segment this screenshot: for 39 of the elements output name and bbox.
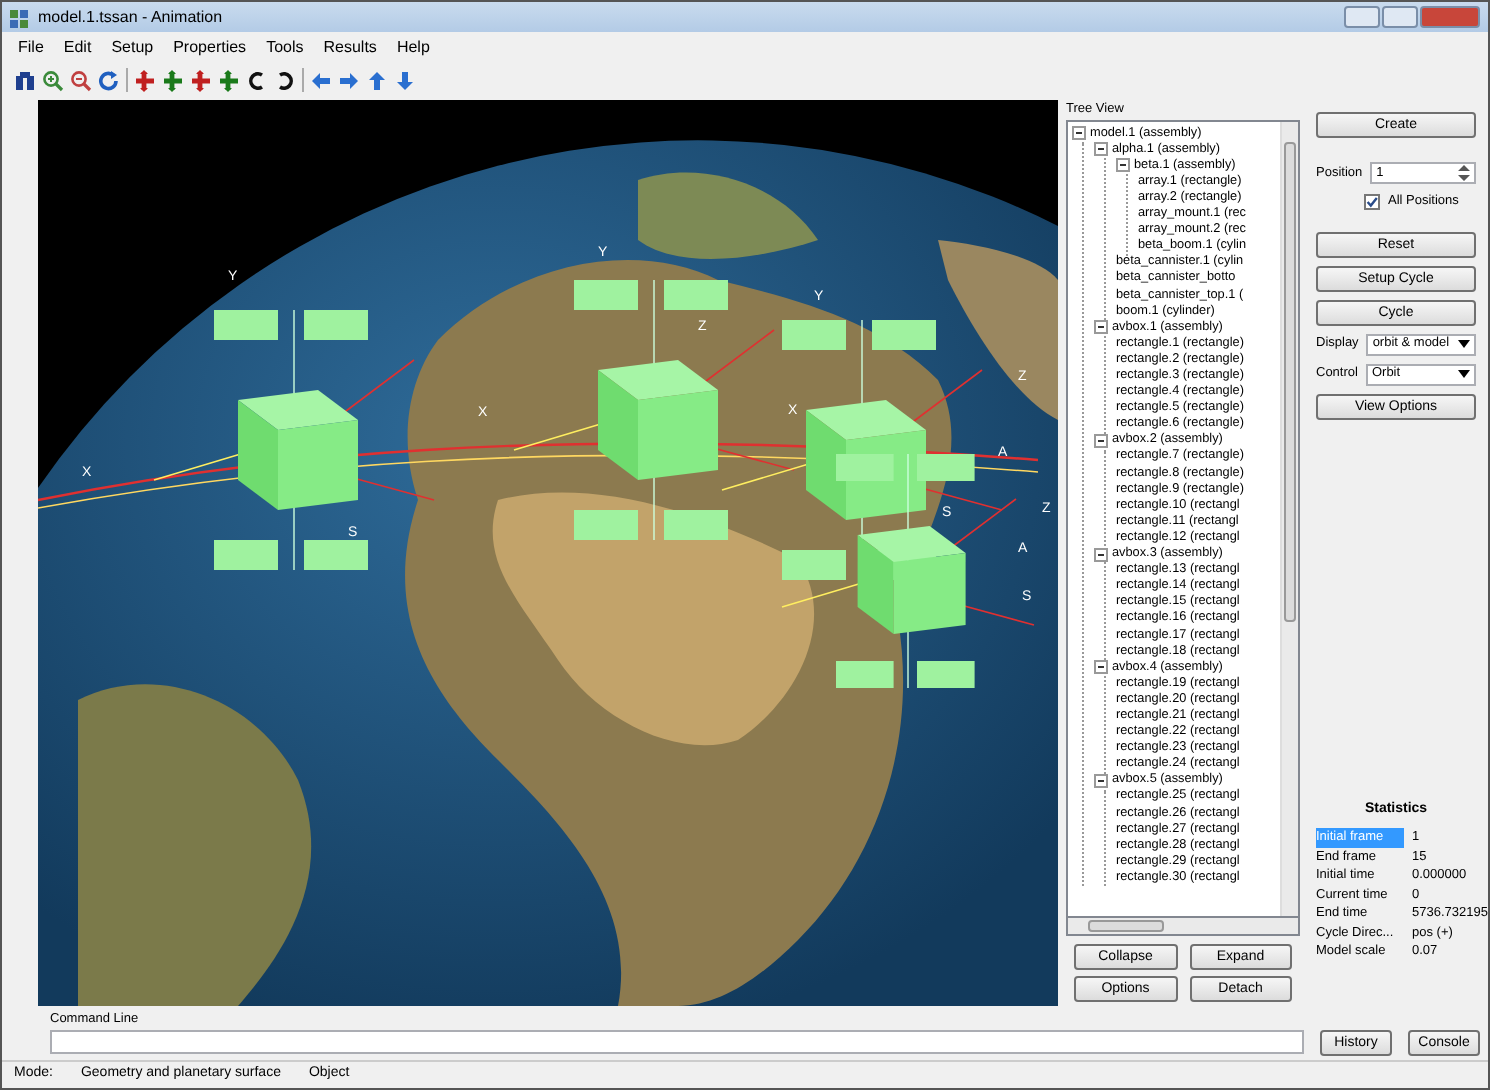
- zoom-in-icon[interactable]: [42, 69, 64, 91]
- collapse-icon[interactable]: [1094, 774, 1108, 789]
- collapse-icon[interactable]: [1116, 158, 1130, 173]
- collapse-icon[interactable]: [1094, 142, 1108, 157]
- move-icon[interactable]: [190, 69, 212, 91]
- menu-item[interactable]: Properties: [173, 36, 247, 60]
- scrollbar[interactable]: [1066, 918, 1300, 936]
- minimize-button[interactable]: [1344, 6, 1380, 28]
- menu-item[interactable]: Help: [396, 36, 430, 60]
- maximize-button[interactable]: [1382, 6, 1418, 28]
- app-icon: [10, 7, 30, 27]
- menu-item[interactable]: File: [18, 36, 44, 60]
- menu-item[interactable]: Edit: [63, 36, 92, 60]
- collapse-icon[interactable]: [1094, 660, 1108, 675]
- rotate-left-icon[interactable]: [246, 69, 268, 91]
- menu-item[interactable]: Setup: [111, 36, 154, 60]
- collapse-icon[interactable]: [1094, 547, 1108, 562]
- up-arrow-icon[interactable]: [366, 69, 388, 91]
- command-input[interactable]: [50, 1030, 1304, 1055]
- menu-item[interactable]: Results: [323, 36, 377, 60]
- left-arrow-icon[interactable]: [310, 69, 332, 91]
- dropdown-arrow-icon[interactable]: [1458, 370, 1470, 379]
- collapse-icon[interactable]: [1094, 434, 1108, 449]
- window-title: model.1.tssan - Animation: [38, 5, 223, 29]
- move-icon[interactable]: [134, 69, 156, 91]
- refresh-icon[interactable]: [98, 69, 120, 91]
- collapse-icon[interactable]: [1094, 320, 1108, 335]
- down-arrow-icon[interactable]: [394, 69, 416, 91]
- checkbox[interactable]: [1364, 193, 1380, 210]
- move-icon[interactable]: [162, 69, 184, 91]
- binoculars-icon[interactable]: [14, 69, 36, 91]
- right-arrow-icon[interactable]: [338, 69, 360, 91]
- move-icon[interactable]: [218, 69, 240, 91]
- menu-item[interactable]: Tools: [266, 36, 304, 60]
- rotate-right-icon[interactable]: [274, 69, 296, 91]
- zoom-out-icon[interactable]: [70, 69, 92, 91]
- collapse-icon[interactable]: [1072, 126, 1086, 141]
- spinner-arrows-icon[interactable]: [1458, 164, 1470, 182]
- dropdown-arrow-icon[interactable]: [1458, 340, 1470, 349]
